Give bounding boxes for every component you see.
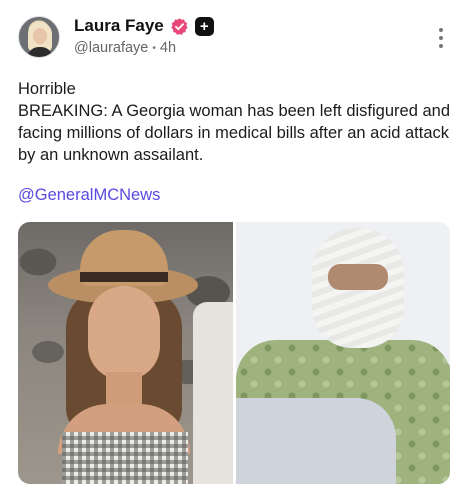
- chair-back: [192, 302, 233, 484]
- image-woman-in-hat[interactable]: [18, 222, 233, 484]
- post-image-gallery: [18, 222, 450, 484]
- blanket: [235, 398, 396, 484]
- post-line-1: Horrible: [18, 80, 76, 98]
- name-row: Laura Faye +: [74, 16, 214, 36]
- avatar-face: [33, 28, 47, 44]
- author-handle[interactable]: @laurafaye: [74, 40, 148, 56]
- kebab-dot: [439, 44, 443, 48]
- image-hospital-bed[interactable]: [235, 222, 450, 484]
- handle-row: @laurafaye • 4h: [74, 40, 176, 56]
- face: [88, 286, 160, 380]
- kebab-dot: [439, 28, 443, 32]
- verified-badge-icon: [171, 17, 188, 35]
- avatar[interactable]: [18, 16, 60, 58]
- separator-dot: •: [152, 42, 156, 54]
- post-line-2: BREAKING: A Georgia woman has been left …: [18, 102, 450, 164]
- plus-badge-icon: +: [194, 16, 214, 36]
- kebab-dot: [439, 36, 443, 40]
- author-name[interactable]: Laura Faye: [74, 16, 164, 36]
- post-text: Horrible BREAKING: A Georgia woman has b…: [18, 78, 450, 166]
- mention-link[interactable]: @GeneralMCNews: [18, 186, 160, 205]
- post-header: Laura Faye + @laurafaye • 4h: [18, 14, 449, 60]
- more-options-icon[interactable]: [437, 28, 445, 48]
- gingham-dress: [62, 432, 188, 484]
- hat-band: [80, 272, 168, 282]
- post-time: 4h: [159, 40, 177, 56]
- eye-opening: [327, 264, 388, 290]
